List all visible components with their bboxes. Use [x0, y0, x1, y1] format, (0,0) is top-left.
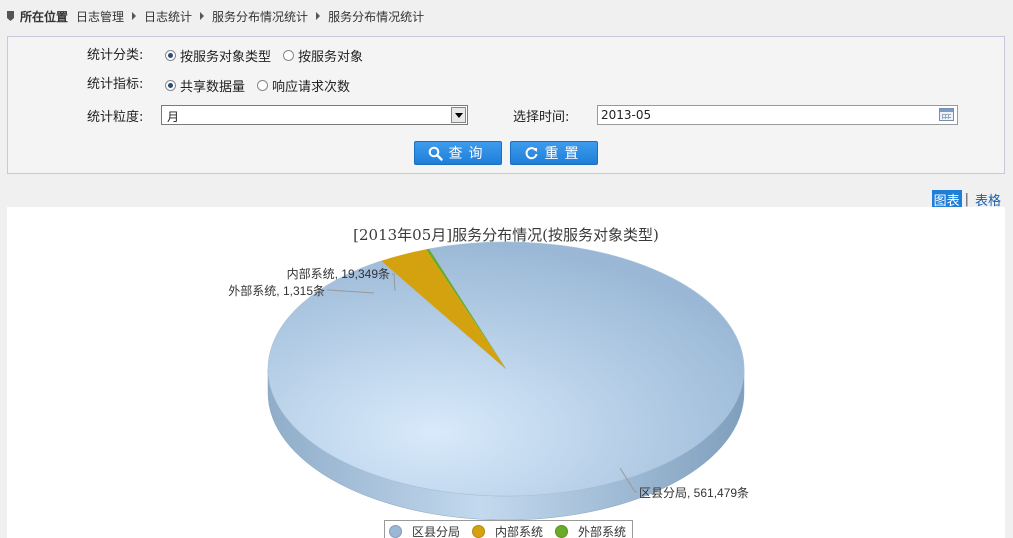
- chevron-right-icon: [316, 12, 321, 20]
- chevron-right-icon: [132, 12, 137, 20]
- breadcrumb: 所在位置 日志管理 日志统计 服务分布情况统计 服务分布情况统计: [6, 7, 430, 25]
- time-value: 2013-05: [601, 108, 652, 122]
- legend-item-internal[interactable]: 内部系统: [472, 523, 543, 538]
- view-separator: |: [964, 192, 969, 207]
- breadcrumb-item-current: 服务分布情况统计: [328, 9, 425, 24]
- legend-label: 内部系统: [495, 524, 544, 538]
- metric-label: 统计指标:: [87, 77, 144, 92]
- granularity-select[interactable]: 月: [161, 105, 468, 125]
- legend-label: 外部系统: [578, 524, 627, 538]
- radio-label: 按服务对象: [298, 50, 364, 65]
- category-label: 统计分类:: [87, 48, 144, 63]
- chevron-right-icon: [200, 12, 205, 20]
- location-pin-icon: [7, 11, 14, 21]
- data-label-1: 内部系统, 19,349条: [287, 266, 390, 281]
- legend-item-district[interactable]: 区县分局: [389, 523, 460, 538]
- query-button[interactable]: 查询: [414, 141, 502, 165]
- chart-legend: 区县分局 内部系统 外部系统: [384, 520, 634, 538]
- breadcrumb-item-log-statistics[interactable]: 日志统计: [144, 8, 192, 25]
- refresh-icon: [525, 146, 537, 159]
- chart-area: [2013年05月]服务分布情况(按服务对象类型) 区县分局, 561,479条…: [7, 207, 1005, 538]
- granularity-value: 月: [167, 110, 180, 124]
- granularity-label: 统计粒度:: [87, 110, 144, 125]
- radio-unchecked-icon: [257, 80, 268, 91]
- data-label-0: 区县分局, 561,479条: [639, 486, 749, 500]
- time-input[interactable]: 2013-05: [597, 105, 958, 125]
- time-label: 选择时间:: [513, 110, 570, 125]
- pie-chart: 区县分局, 561,479条 内部系统, 19,349条外部系统, 1,315条: [228, 241, 749, 521]
- radio-response-request-count[interactable]: 响应请求次数: [257, 76, 350, 95]
- breadcrumb-item-service-distribution[interactable]: 服务分布情况统计: [212, 8, 308, 25]
- breadcrumb-label: 所在位置: [20, 9, 69, 24]
- search-icon: [428, 146, 443, 161]
- radio-checked-icon: [165, 80, 176, 91]
- radio-by-service-object-type[interactable]: 按服务对象类型: [165, 46, 271, 65]
- calendar-icon[interactable]: [939, 108, 954, 121]
- radio-label: 按服务对象类型: [180, 50, 272, 65]
- radio-by-service-object[interactable]: 按服务对象: [283, 46, 363, 65]
- reset-button[interactable]: 重置: [510, 141, 598, 165]
- breadcrumb-item-log-management[interactable]: 日志管理: [76, 8, 124, 25]
- legend-swatch: [389, 524, 402, 538]
- chevron-down-icon[interactable]: [451, 107, 466, 123]
- data-label-2: 外部系统, 1,315条: [228, 283, 325, 298]
- query-button-label: 查询: [448, 146, 489, 162]
- filter-panel: 统计分类: 按服务对象类型 按服务对象 统计指标: 共享数据量 响应请求次数 统…: [7, 36, 1005, 174]
- legend-swatch: [555, 524, 569, 538]
- radio-checked-icon: [165, 50, 176, 61]
- legend-swatch: [472, 524, 486, 538]
- radio-label: 共享数据量: [180, 80, 246, 95]
- legend-label: 区县分局: [412, 524, 461, 538]
- radio-shared-data-volume[interactable]: 共享数据量: [165, 76, 245, 95]
- reset-button-label: 重置: [544, 146, 585, 162]
- radio-unchecked-icon: [283, 50, 294, 61]
- legend-item-external[interactable]: 外部系统: [555, 523, 626, 538]
- radio-label: 响应请求次数: [272, 80, 351, 95]
